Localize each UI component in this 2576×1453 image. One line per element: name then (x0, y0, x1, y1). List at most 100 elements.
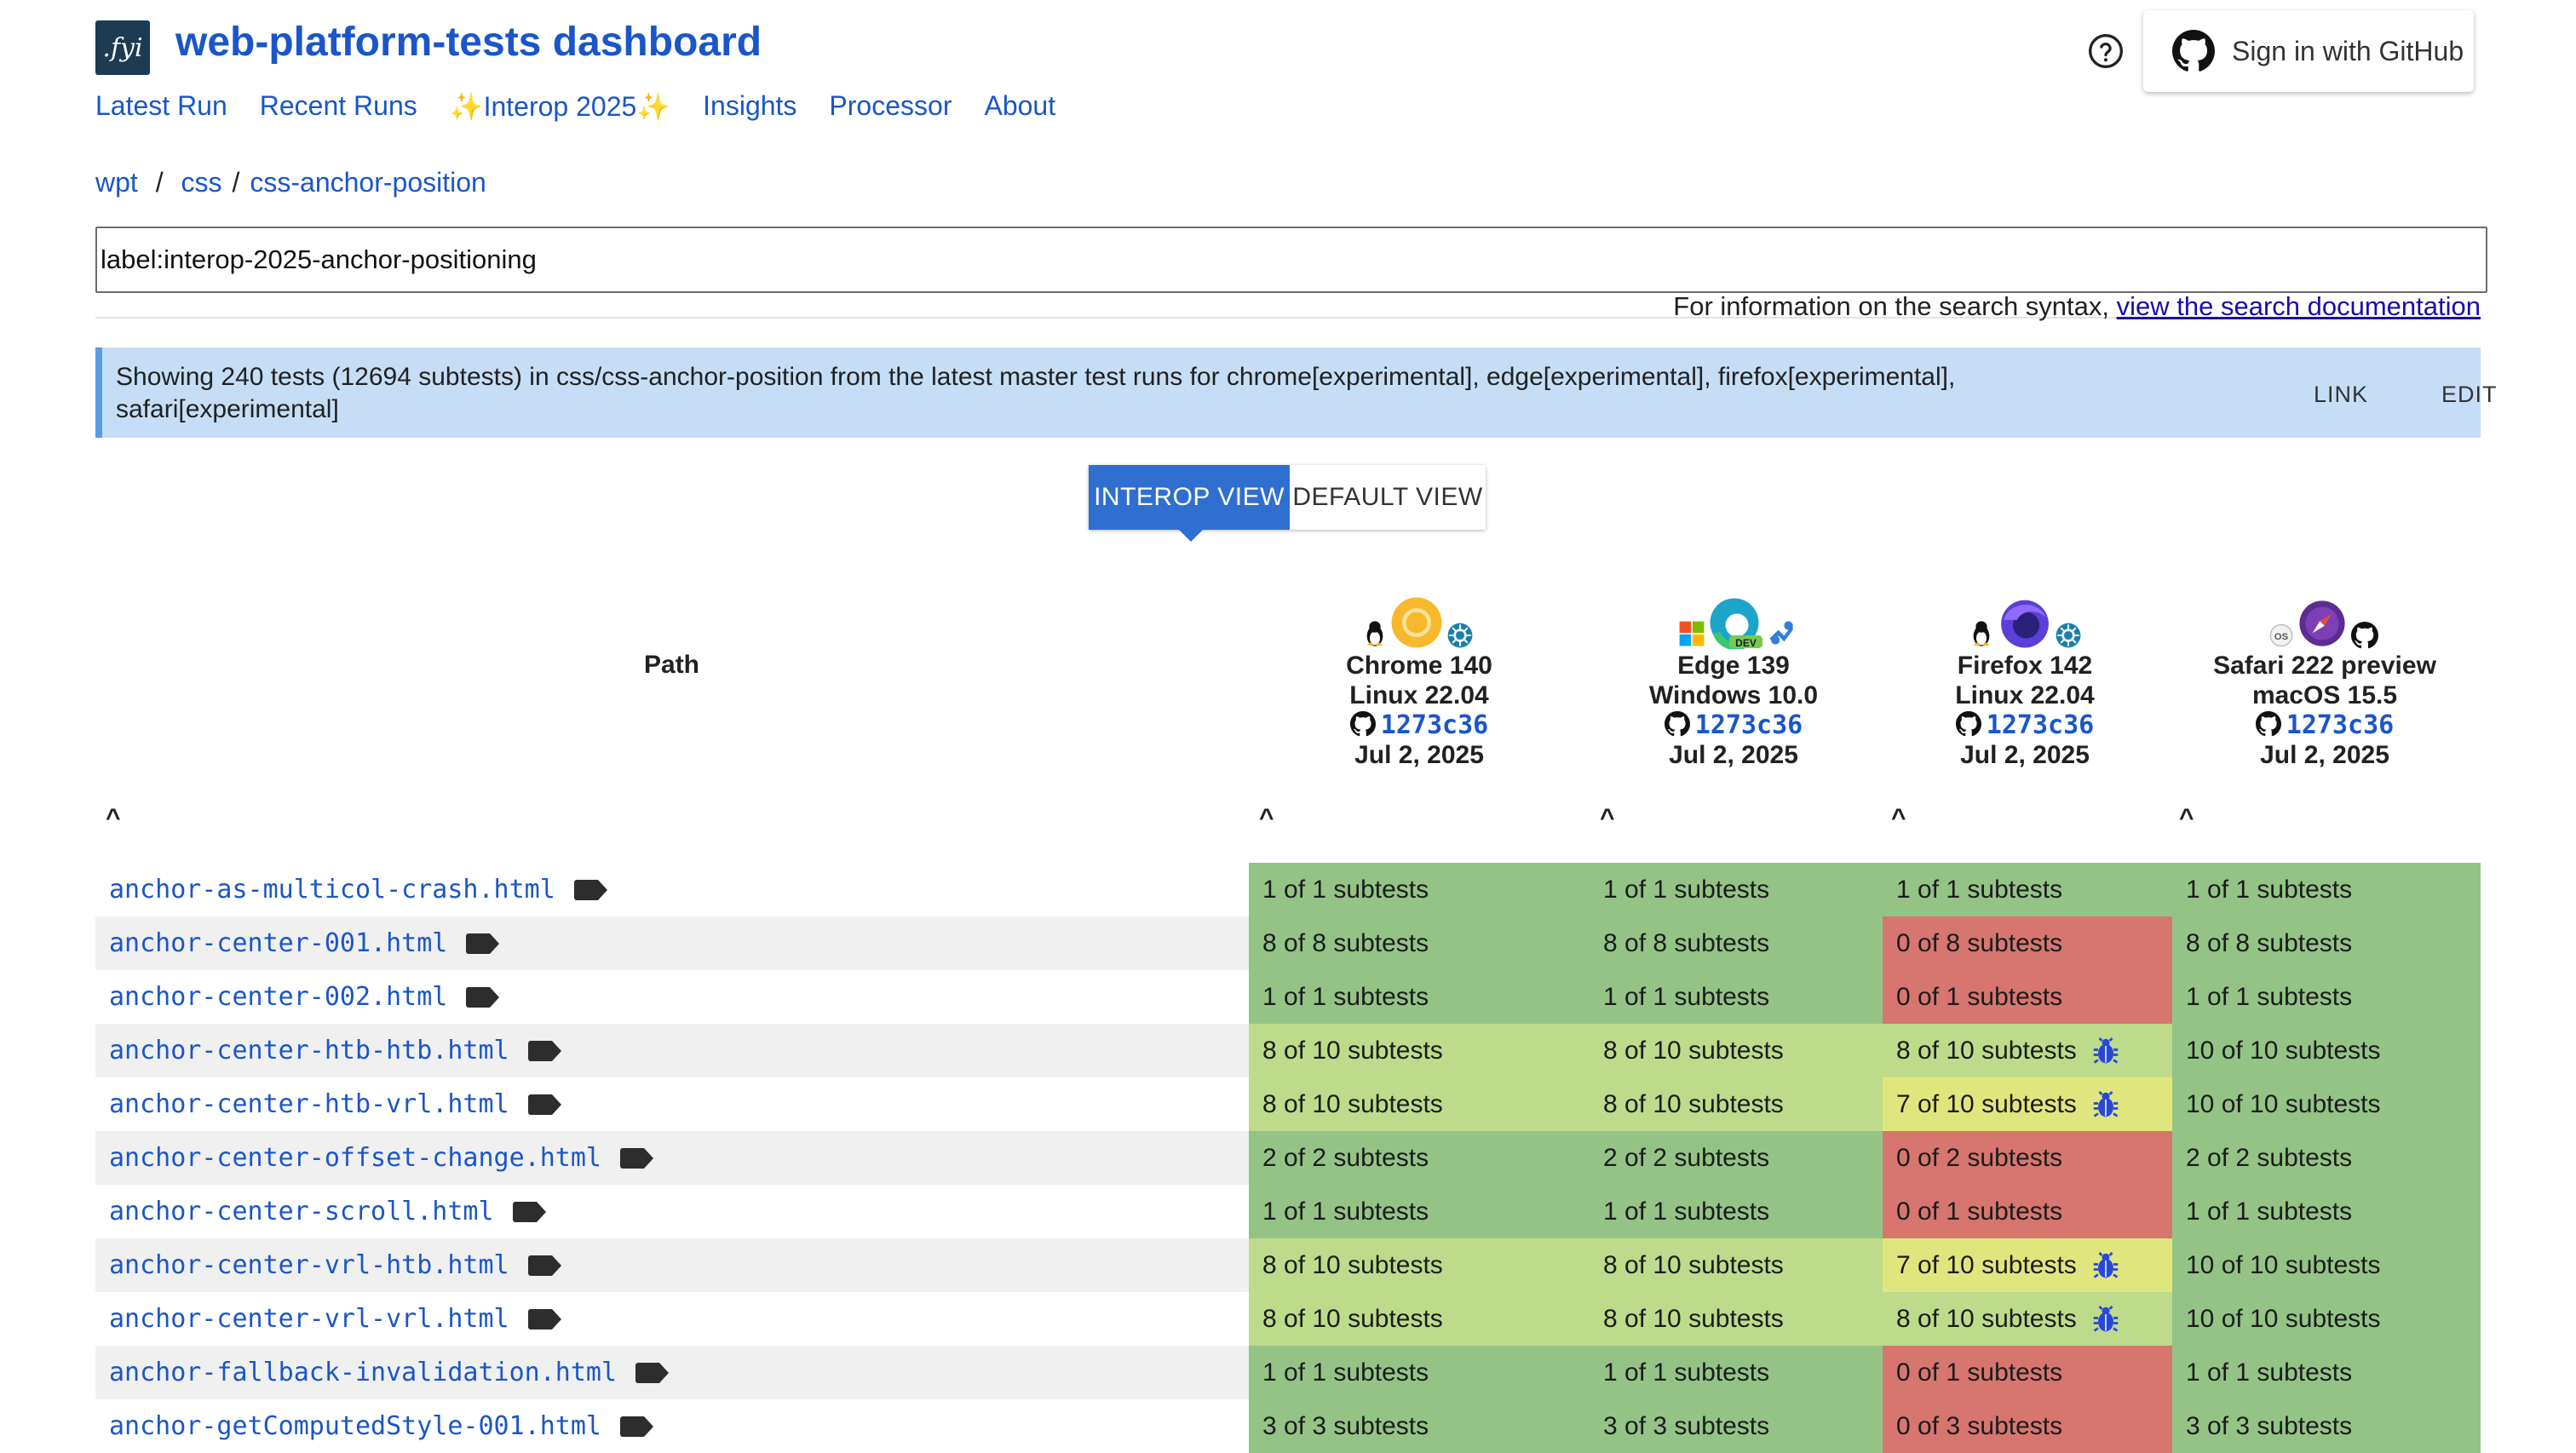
result-cell-firefox[interactable]: 8 of 10 subtests (1883, 1024, 2172, 1077)
help-icon[interactable] (2087, 32, 2125, 70)
nav-latest-run[interactable]: Latest Run (95, 90, 227, 123)
sort-firefox-button[interactable]: ^ (1891, 804, 1906, 833)
result-cell-edge[interactable]: 8 of 10 subtests (1590, 1292, 1883, 1346)
bug-icon[interactable] (2090, 1304, 2121, 1335)
result-cell-edge[interactable]: 1 of 1 subtests (1590, 863, 1883, 916)
nav-about[interactable]: About (984, 90, 1055, 123)
nav-insights[interactable]: Insights (703, 90, 796, 123)
bug-icon[interactable] (2090, 1250, 2121, 1281)
label-tag-icon[interactable] (527, 1094, 562, 1115)
label-tag-icon[interactable] (619, 1416, 654, 1437)
result-cell-firefox[interactable]: 7 of 10 subtests (1883, 1238, 2172, 1292)
sort-edge-button[interactable]: ^ (1600, 804, 1615, 833)
test-path-link[interactable]: anchor-center-vrl-vrl.html (109, 1304, 509, 1334)
default-view-button[interactable]: DEFAULT VIEW (1290, 465, 1486, 530)
test-path-link[interactable]: anchor-as-multicol-crash.html (109, 875, 555, 905)
label-tag-icon[interactable] (466, 933, 500, 954)
test-path-link[interactable]: anchor-center-scroll.html (109, 1197, 494, 1226)
result-cell-safari[interactable]: 10 of 10 subtests (2172, 1077, 2481, 1131)
breadcrumb-css-anchor-position[interactable]: css-anchor-position (250, 167, 486, 198)
commit-sha-edge[interactable]: 1273c36 (1695, 710, 1803, 740)
search-input[interactable] (95, 227, 2487, 293)
result-cell-safari[interactable]: 2 of 2 subtests (2172, 1131, 2481, 1185)
result-cell-firefox[interactable]: 0 of 8 subtests (1883, 916, 2172, 970)
label-tag-icon[interactable] (527, 1255, 562, 1276)
result-cell-safari[interactable]: 10 of 10 subtests (2172, 1292, 2481, 1346)
result-cell-chrome[interactable]: 2 of 2 subtests (1249, 1131, 1590, 1185)
result-cell-edge[interactable]: 8 of 10 subtests (1590, 1024, 1883, 1077)
label-tag-icon[interactable] (527, 1040, 562, 1061)
result-cell-firefox[interactable]: 0 of 1 subtests (1883, 970, 2172, 1024)
nav-recent-runs[interactable]: Recent Runs (260, 90, 417, 123)
nav-processor[interactable]: Processor (829, 90, 952, 123)
test-path-link[interactable]: anchor-center-vrl-htb.html (109, 1250, 509, 1280)
result-cell-firefox[interactable]: 0 of 1 subtests (1883, 1185, 2172, 1238)
result-cell-firefox[interactable]: 7 of 10 subtests (1883, 1077, 2172, 1131)
test-path-link[interactable]: anchor-center-offset-change.html (109, 1143, 601, 1173)
sort-chrome-button[interactable]: ^ (1259, 804, 1274, 833)
sign-in-button[interactable]: Sign in with GitHub (2143, 10, 2474, 92)
result-cell-edge[interactable]: 1 of 1 subtests (1590, 1185, 1883, 1238)
interop-view-button[interactable]: INTEROP VIEW (1089, 465, 1290, 530)
result-cell-safari[interactable]: 8 of 8 subtests (2172, 916, 2481, 970)
nav-interop-2025[interactable]: ✨Interop 2025✨ (450, 90, 670, 123)
result-cell-safari[interactable]: 3 of 3 subtests (2172, 1399, 2481, 1453)
test-path-link[interactable]: anchor-center-002.html (109, 982, 447, 1012)
result-cell-edge[interactable]: 8 of 10 subtests (1590, 1238, 1883, 1292)
result-cell-safari[interactable]: 1 of 1 subtests (2172, 863, 2481, 916)
label-tag-icon[interactable] (619, 1147, 654, 1169)
result-cell-safari[interactable]: 1 of 1 subtests (2172, 1185, 2481, 1238)
label-tag-icon[interactable] (527, 1308, 562, 1330)
sort-path-button[interactable]: ^ (106, 804, 121, 833)
breadcrumb-css[interactable]: css (181, 167, 221, 198)
test-path-link[interactable]: anchor-fallback-invalidation.html (109, 1358, 617, 1387)
result-cell-edge[interactable]: 2 of 2 subtests (1590, 1131, 1883, 1185)
result-cell-chrome[interactable]: 1 of 1 subtests (1249, 970, 1590, 1024)
label-tag-icon[interactable] (573, 879, 608, 900)
commit-sha-safari[interactable]: 1273c36 (2286, 710, 2394, 740)
result-cell-chrome[interactable]: 8 of 8 subtests (1249, 916, 1590, 970)
result-cell-safari[interactable]: 1 of 1 subtests (2172, 1346, 2481, 1399)
result-cell-firefox[interactable]: 0 of 1 subtests (1883, 1346, 2172, 1399)
result-cell-chrome[interactable]: 1 of 1 subtests (1249, 863, 1590, 916)
result-cell-safari[interactable]: 1 of 1 subtests (2172, 970, 2481, 1024)
result-cell-chrome[interactable]: 8 of 10 subtests (1249, 1238, 1590, 1292)
commit-sha-chrome[interactable]: 1273c36 (1381, 710, 1488, 740)
result-cell-edge[interactable]: 8 of 10 subtests (1590, 1077, 1883, 1131)
label-tag-icon[interactable] (512, 1201, 547, 1222)
result-cell-firefox[interactable]: 0 of 2 subtests (1883, 1131, 2172, 1185)
sort-safari-button[interactable]: ^ (2179, 804, 2194, 833)
result-cell-chrome[interactable]: 1 of 1 subtests (1249, 1185, 1590, 1238)
search-docs-link[interactable]: view the search documentation (2117, 291, 2481, 321)
bug-icon[interactable] (2090, 1036, 2121, 1066)
result-cell-edge[interactable]: 1 of 1 subtests (1590, 1346, 1883, 1399)
result-cell-chrome[interactable]: 3 of 3 subtests (1249, 1399, 1590, 1453)
test-path-link[interactable]: anchor-getComputedStyle-001.html (109, 1411, 601, 1441)
commit-sha-firefox[interactable]: 1273c36 (1987, 710, 2094, 740)
result-cell-firefox[interactable]: 8 of 10 subtests (1883, 1292, 2172, 1346)
bug-icon[interactable] (2090, 1089, 2121, 1120)
result-cell-chrome[interactable]: 8 of 10 subtests (1249, 1024, 1590, 1077)
site-title[interactable]: web-platform-tests dashboard (175, 19, 762, 66)
linux-icon (1366, 621, 1383, 646)
result-cell-edge[interactable]: 3 of 3 subtests (1590, 1399, 1883, 1453)
path-cell: anchor-center-vrl-vrl.html (95, 1292, 1249, 1346)
result-cell-safari[interactable]: 10 of 10 subtests (2172, 1238, 2481, 1292)
result-cell-chrome[interactable]: 8 of 10 subtests (1249, 1077, 1590, 1131)
result-cell-firefox[interactable]: 1 of 1 subtests (1883, 863, 2172, 916)
result-cell-edge[interactable]: 1 of 1 subtests (1590, 970, 1883, 1024)
test-path-link[interactable]: anchor-center-htb-vrl.html (109, 1089, 509, 1119)
label-tag-icon[interactable] (466, 986, 500, 1008)
test-path-link[interactable]: anchor-center-htb-htb.html (109, 1036, 509, 1065)
site-logo[interactable]: .fyi (95, 20, 150, 75)
result-cell-chrome[interactable]: 8 of 10 subtests (1249, 1292, 1590, 1346)
breadcrumb-wpt[interactable]: wpt (95, 167, 138, 198)
link-button[interactable]: LINK (2314, 382, 2368, 408)
test-path-link[interactable]: anchor-center-001.html (109, 928, 447, 958)
result-cell-chrome[interactable]: 1 of 1 subtests (1249, 1346, 1590, 1399)
label-tag-icon[interactable] (635, 1362, 670, 1383)
result-cell-edge[interactable]: 8 of 8 subtests (1590, 916, 1883, 970)
result-cell-safari[interactable]: 10 of 10 subtests (2172, 1024, 2481, 1077)
result-cell-firefox[interactable]: 0 of 3 subtests (1883, 1399, 2172, 1453)
edit-button[interactable]: EDIT (2441, 382, 2498, 408)
